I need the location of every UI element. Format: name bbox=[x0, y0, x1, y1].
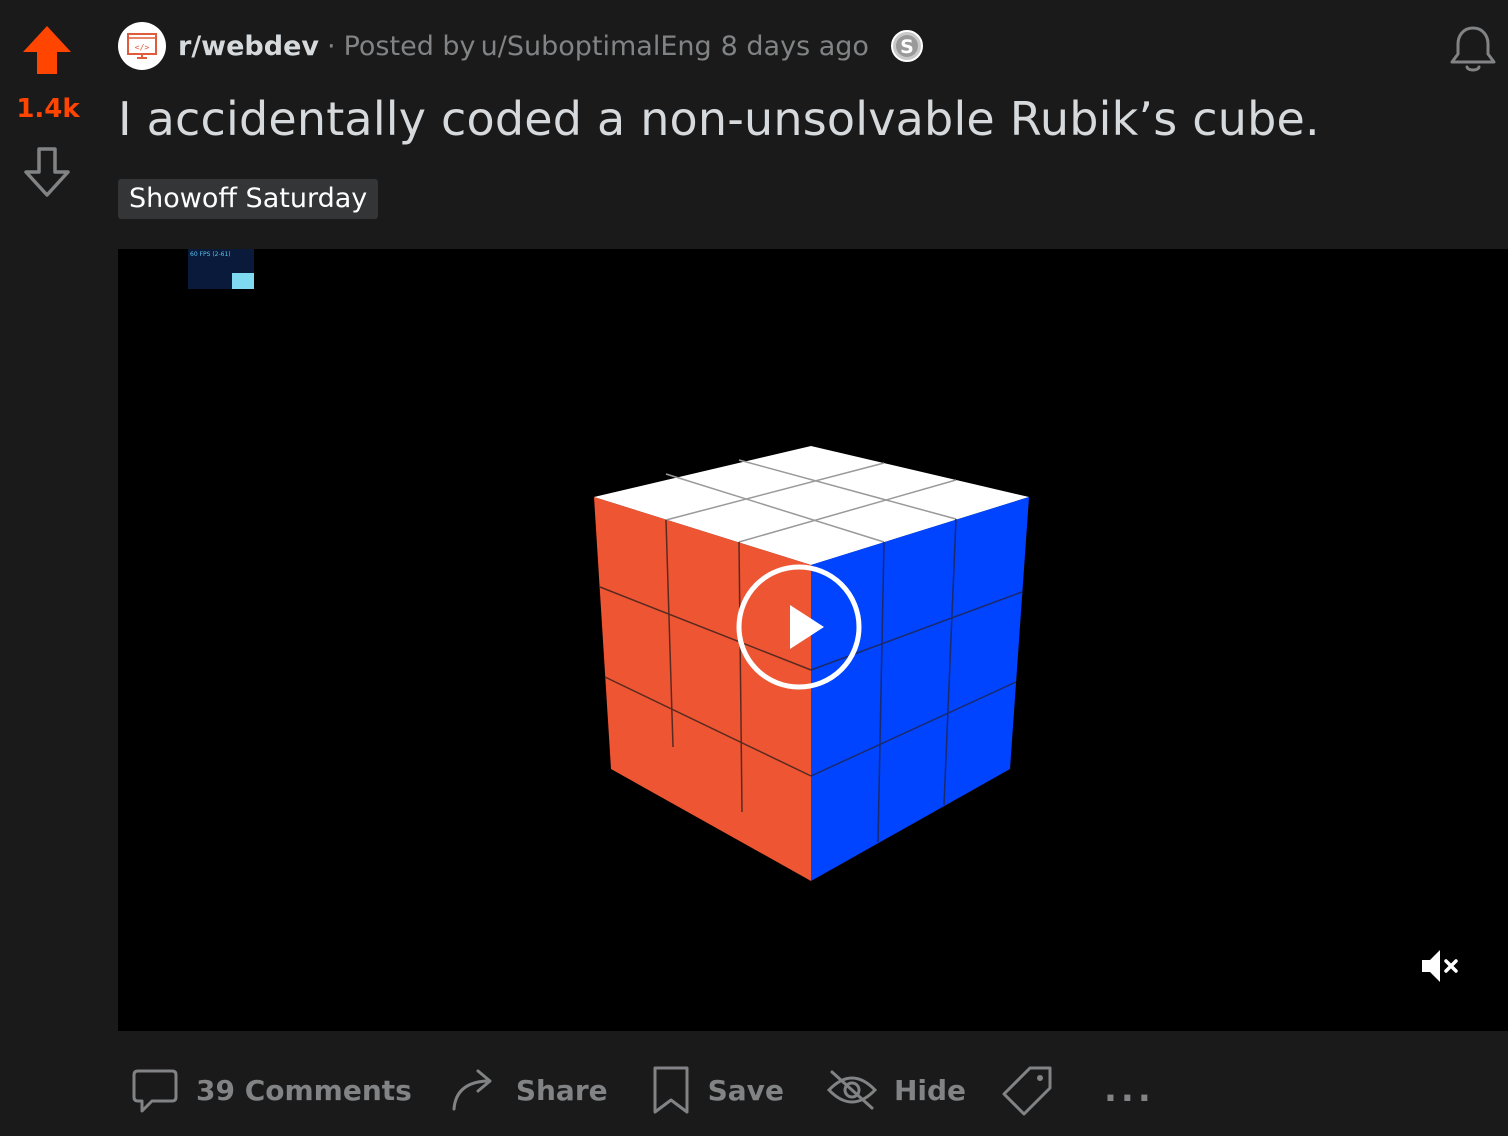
post-meta: </> r/webdev · Posted by u/SuboptimalEng… bbox=[118, 22, 925, 70]
silver-award-icon[interactable]: S bbox=[889, 28, 925, 64]
share-icon bbox=[452, 1069, 492, 1111]
vote-score: 1.4k bbox=[16, 94, 80, 124]
post-flair[interactable]: Showoff Saturday bbox=[118, 179, 379, 219]
comments-label: 39 Comments bbox=[196, 1073, 412, 1107]
more-options-button[interactable]: ... bbox=[1092, 1060, 1167, 1120]
bookmark-icon bbox=[653, 1066, 689, 1114]
rubiks-cube bbox=[594, 446, 1029, 881]
meta-separator: · bbox=[327, 30, 336, 62]
svg-text:</>: </> bbox=[135, 43, 150, 52]
posted-by-label: Posted by bbox=[343, 30, 476, 62]
svg-text:S: S bbox=[900, 36, 914, 58]
hide-button[interactable]: Hide bbox=[814, 1060, 978, 1120]
post-time: 8 days ago bbox=[720, 30, 869, 62]
tag-icon bbox=[1002, 1066, 1052, 1116]
flair-tag-button[interactable] bbox=[990, 1060, 1082, 1120]
bell-icon[interactable] bbox=[1448, 22, 1498, 74]
downvote-arrow-icon[interactable] bbox=[23, 146, 71, 198]
upvote-arrow-icon[interactable] bbox=[21, 24, 73, 76]
author-link[interactable]: u/SuboptimalEng bbox=[481, 31, 712, 62]
save-button[interactable]: Save bbox=[638, 1060, 796, 1120]
post-title[interactable]: I accidentally coded a non-unsolvable Ru… bbox=[118, 92, 1320, 146]
more-options-label: ... bbox=[1104, 1070, 1155, 1110]
comment-icon bbox=[132, 1069, 178, 1113]
post-actions: 39 Comments Share Save Hide ... bbox=[118, 1060, 1167, 1120]
video-player[interactable]: 60 FPS (2-61) bbox=[118, 249, 1508, 1031]
share-button[interactable]: Share bbox=[438, 1060, 620, 1120]
subreddit-link[interactable]: r/webdev bbox=[178, 31, 319, 62]
hide-label: Hide bbox=[893, 1073, 967, 1107]
comments-button[interactable]: 39 Comments bbox=[118, 1060, 424, 1120]
hidden-eye-icon bbox=[826, 1070, 878, 1110]
share-label: Share bbox=[515, 1073, 608, 1107]
muted-speaker-icon[interactable] bbox=[1418, 944, 1462, 988]
subreddit-avatar[interactable]: </> bbox=[118, 22, 166, 70]
code-window-icon: </> bbox=[127, 33, 157, 59]
save-label: Save bbox=[707, 1073, 784, 1107]
